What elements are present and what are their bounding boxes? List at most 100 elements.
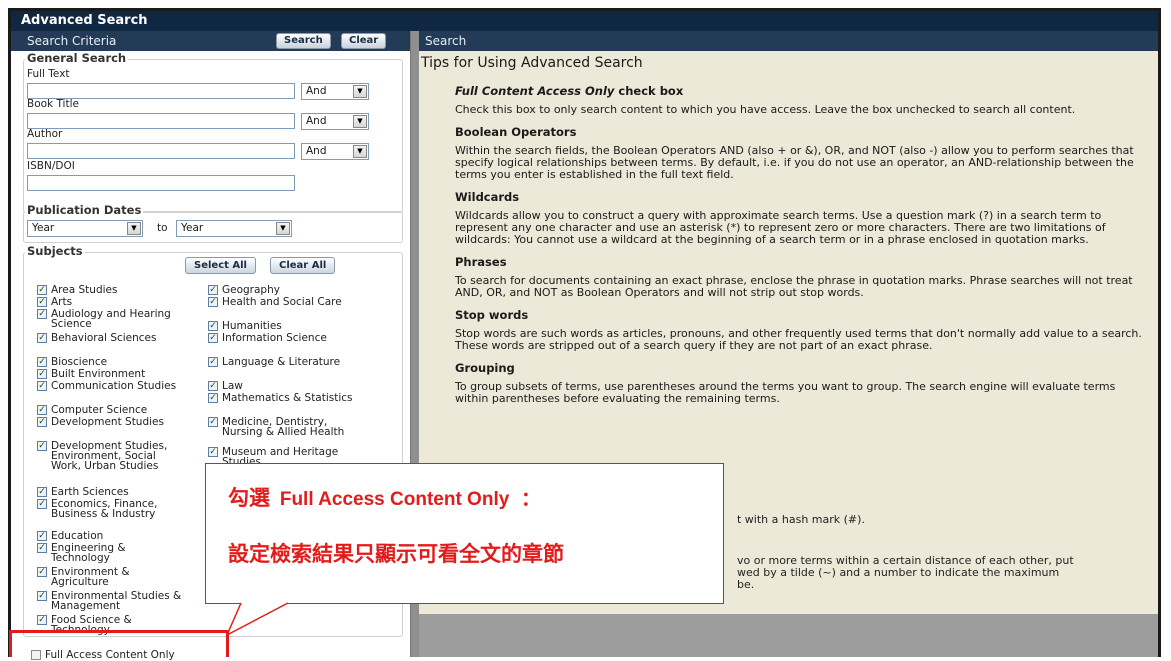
to-year-select[interactable]: Year ▼ xyxy=(176,220,292,237)
book-title-operator-select[interactable]: And ▼ xyxy=(301,113,369,130)
author-input[interactable] xyxy=(27,143,295,159)
subject-checkbox[interactable]: ✓ Area Studies xyxy=(37,285,187,295)
subject-label: Medicine, Dentistry, Nursing & Allied He… xyxy=(222,416,345,438)
checkbox-checked-icon: ✓ xyxy=(208,333,218,343)
checkbox-checked-icon: ✓ xyxy=(37,591,47,601)
subject-checkbox[interactable]: ✓ Built Environment xyxy=(37,369,187,379)
tip-section: Grouping To group subsets of terms, use … xyxy=(419,361,1158,405)
tip-heading: Wildcards xyxy=(455,190,520,204)
subject-checkbox[interactable]: ✓ Bioscience xyxy=(37,357,187,367)
subject-label: Language & Literature xyxy=(222,356,341,368)
checkbox-checked-icon: ✓ xyxy=(37,381,47,391)
subject-checkbox[interactable]: ✓ Economics, Finance, Business & Industry xyxy=(37,499,187,519)
subject-label: Information Science xyxy=(222,332,327,344)
book-title-input[interactable] xyxy=(27,113,295,129)
subject-checkbox[interactable]: ✓ Language & Literature xyxy=(208,357,368,367)
callout-en-text: Full Access Content Only xyxy=(279,489,510,510)
subject-checkbox[interactable]: ✓ Behavioral Sciences xyxy=(37,333,187,343)
checkbox-checked-icon: ✓ xyxy=(37,615,47,625)
checkbox-checked-icon: ✓ xyxy=(37,405,47,415)
publication-dates-legend: Publication Dates xyxy=(25,203,144,217)
subject-checkbox[interactable]: ✓ Computer Science xyxy=(37,405,187,415)
tip-section: Wildcards Wildcards allow you to constru… xyxy=(419,190,1158,246)
subject-label: Built Environment xyxy=(51,368,146,380)
subject-checkbox[interactable]: ✓ Education xyxy=(37,531,187,541)
isbn-doi-input[interactable] xyxy=(27,175,295,191)
subject-checkbox[interactable]: ✓ Communication Studies xyxy=(37,381,187,391)
tip-body: Check this box to only search content to… xyxy=(455,103,1076,116)
checkbox-checked-icon: ✓ xyxy=(208,381,218,391)
full-text-input[interactable] xyxy=(27,83,295,99)
subject-checkbox[interactable]: ✓ Law xyxy=(208,381,368,391)
tip-heading: Grouping xyxy=(455,361,515,375)
checkbox-checked-icon: ✓ xyxy=(37,297,47,307)
full-text-operator-value: And xyxy=(306,85,327,97)
tip-heading: Phrases xyxy=(455,255,507,269)
subject-label: Humanities xyxy=(222,320,282,332)
clear-all-button[interactable]: Clear All xyxy=(270,257,336,274)
subject-label: Health and Social Care xyxy=(222,296,342,308)
subject-checkbox[interactable]: ✓ Environmental Studies & Management xyxy=(37,591,187,611)
chevron-down-icon: ▼ xyxy=(353,85,367,98)
callout-zh-text: 勾選 xyxy=(228,486,270,510)
subject-checkbox[interactable]: ✓ Health and Social Care xyxy=(208,297,368,307)
tips-title: Tips for Using Advanced Search xyxy=(421,55,643,71)
subject-checkbox[interactable]: ✓ Engineering & Technology xyxy=(37,543,187,563)
subject-checkbox[interactable]: ✓ Arts xyxy=(37,297,187,307)
subject-checkbox[interactable]: ✓ Geography xyxy=(208,285,368,295)
annotation-callout: 勾選 Full Access Content Only ： 設定檢索結果只顯示可… xyxy=(205,463,724,604)
subject-label: Computer Science xyxy=(51,404,148,416)
subject-label: Development Studies, Environment, Social… xyxy=(51,440,168,472)
tip-body: To search for documents containing an ex… xyxy=(455,274,1133,299)
chevron-down-icon: ▼ xyxy=(353,145,367,158)
subjects-legend: Subjects xyxy=(25,244,85,258)
subject-checkbox[interactable]: ✓ Development Studies, Environment, Socia… xyxy=(37,441,187,471)
checkbox-checked-icon: ✓ xyxy=(37,487,47,497)
highlight-box xyxy=(9,630,229,657)
subject-checkbox[interactable]: ✓ Information Science xyxy=(208,333,368,343)
subject-label: Behavioral Sciences xyxy=(51,332,157,344)
subject-label: Development Studies xyxy=(51,416,164,428)
general-search-legend: General Search xyxy=(25,51,129,65)
checkbox-checked-icon: ✓ xyxy=(37,417,47,427)
tip-heading: Full Content Access Only check box xyxy=(455,84,1150,98)
tip-section: Full Content Access Only check box Check… xyxy=(419,84,1158,116)
tip-heading: Stop words xyxy=(455,308,529,322)
tip-body: To group subsets of terms, use parenthes… xyxy=(455,380,1116,405)
subject-checkbox[interactable]: ✓ Audiology and Hearing Science xyxy=(37,309,187,329)
subject-checkbox[interactable]: ✓ Humanities xyxy=(208,321,368,331)
full-text-operator-select[interactable]: And ▼ xyxy=(301,83,369,100)
subject-label: Environmental Studies & Management xyxy=(51,590,182,612)
subject-label: Law xyxy=(222,380,243,392)
checkbox-checked-icon: ✓ xyxy=(37,567,47,577)
partial-tip-text: t with a hash mark (#). xyxy=(737,513,865,526)
select-all-button[interactable]: Select All xyxy=(185,257,256,274)
checkbox-checked-icon: ✓ xyxy=(37,333,47,343)
checkbox-checked-icon: ✓ xyxy=(37,309,47,319)
checkbox-checked-icon: ✓ xyxy=(37,499,47,509)
isbn-doi-label: ISBN/DOI xyxy=(27,160,75,172)
chevron-down-icon: ▼ xyxy=(276,222,290,235)
search-button[interactable]: Search xyxy=(276,33,331,49)
chevron-down-icon: ▼ xyxy=(127,222,141,235)
from-year-select[interactable]: Year ▼ xyxy=(27,220,143,237)
checkbox-checked-icon: ✓ xyxy=(208,285,218,295)
full-text-label: Full Text xyxy=(27,68,70,80)
author-operator-select[interactable]: And ▼ xyxy=(301,143,369,160)
clear-button[interactable]: Clear xyxy=(341,33,387,49)
subject-label: Environment & Agriculture xyxy=(51,566,130,588)
partial-tip-text: be. xyxy=(737,578,755,591)
checkbox-checked-icon: ✓ xyxy=(37,543,47,553)
subject-checkbox[interactable]: ✓ Environment & Agriculture xyxy=(37,567,187,587)
checkbox-checked-icon: ✓ xyxy=(208,417,218,427)
subject-checkbox[interactable]: ✓ Medicine, Dentistry, Nursing & Allied H… xyxy=(208,417,368,437)
tip-body: Stop words are such words as articles, p… xyxy=(455,327,1142,352)
checkbox-checked-icon: ✓ xyxy=(37,441,47,451)
tip-body: Wildcards allow you to construct a query… xyxy=(455,209,1106,246)
subject-checkbox[interactable]: ✓ Mathematics & Statistics xyxy=(208,393,368,403)
subject-checkbox[interactable]: ✓ Development Studies xyxy=(37,417,187,427)
author-operator-value: And xyxy=(306,145,327,157)
subject-label: Communication Studies xyxy=(51,380,177,392)
subject-checkbox[interactable]: ✓ Earth Sciences xyxy=(37,487,187,497)
tip-heading-suffix: check box xyxy=(614,84,684,98)
